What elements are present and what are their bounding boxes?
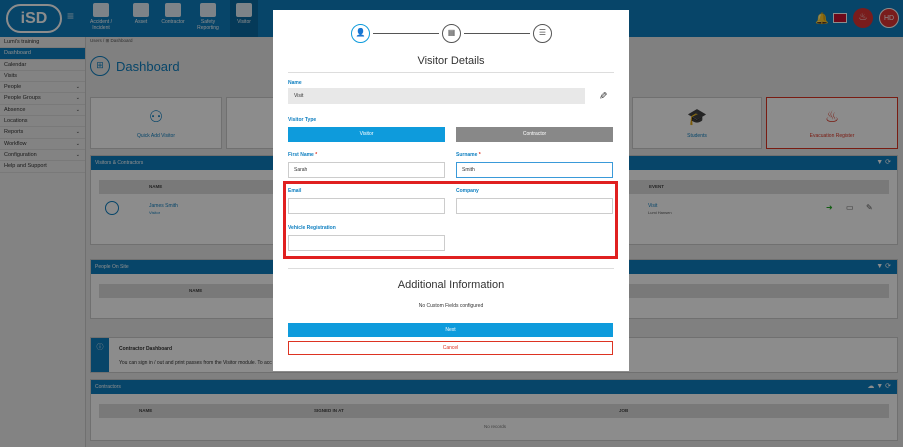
- divider: [288, 72, 614, 73]
- visitor-type-visitor-button[interactable]: Visitor: [288, 127, 445, 142]
- first-name-field[interactable]: Sarah: [288, 162, 445, 178]
- divider: [288, 268, 614, 269]
- first-name-label-text: First Name: [288, 152, 314, 158]
- no-custom-fields-text: No Custom Fields configured: [418, 303, 484, 309]
- required-mark: *: [478, 152, 481, 158]
- calendar-icon[interactable]: ▦: [442, 24, 461, 43]
- cancel-button[interactable]: Cancel: [288, 341, 613, 355]
- surname-field[interactable]: Smith: [456, 162, 613, 178]
- visitor-type-label: Visitor Type: [288, 117, 317, 123]
- step-divider: [373, 33, 439, 34]
- name-label: Name: [288, 80, 302, 86]
- next-button[interactable]: Next: [288, 323, 613, 337]
- user-icon[interactable]: 👤: [351, 24, 370, 43]
- name-field[interactable]: Visit: [288, 88, 585, 104]
- surname-label: Surname *: [456, 152, 481, 158]
- wizard-steps: 👤 ▦ ☰: [351, 24, 552, 44]
- highlight-box: [283, 181, 618, 259]
- surname-label-text: Surname: [456, 152, 478, 158]
- required-mark: *: [315, 152, 318, 158]
- modal-title: Visitor Details: [417, 55, 485, 67]
- first-name-label: First Name *: [288, 152, 317, 158]
- checklist-icon[interactable]: ☰: [533, 24, 552, 43]
- step-divider: [464, 33, 530, 34]
- visitor-type-contractor-button[interactable]: Contractor: [456, 127, 613, 142]
- additional-info-title: Additional Information: [397, 279, 505, 291]
- pencil-icon[interactable]: ✎: [597, 91, 608, 99]
